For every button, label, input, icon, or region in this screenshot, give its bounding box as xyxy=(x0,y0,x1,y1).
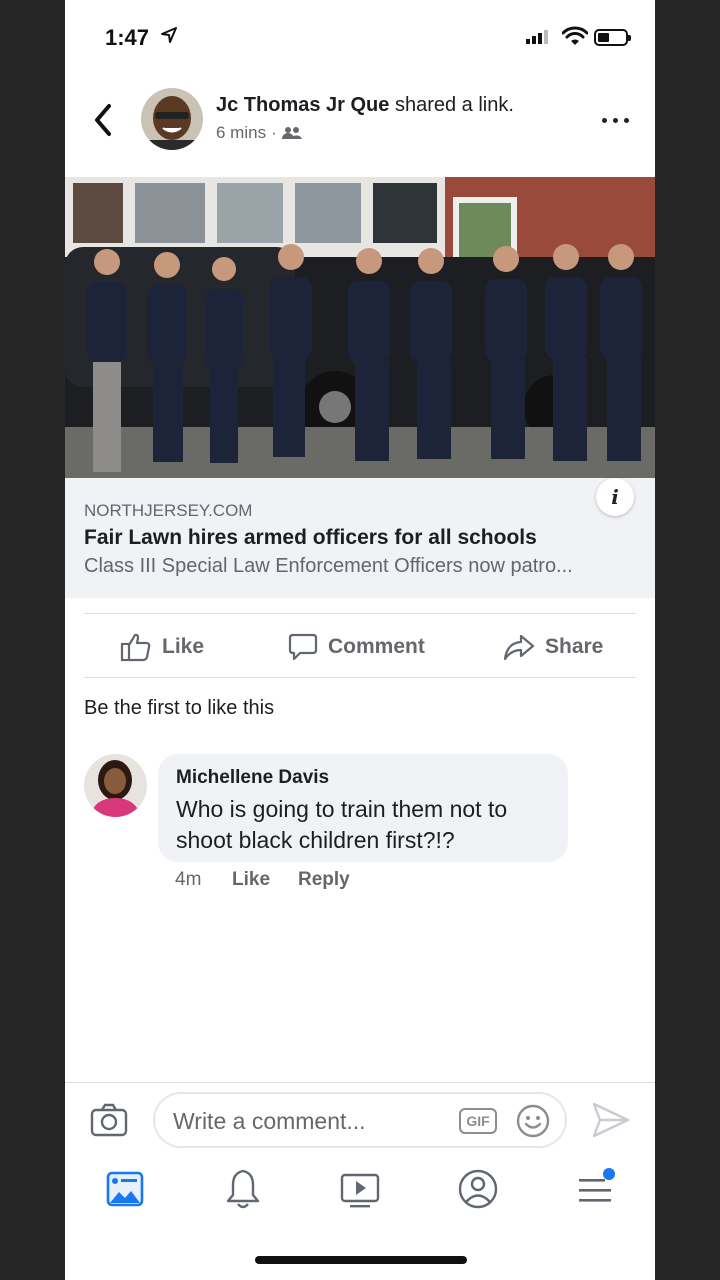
post-time[interactable]: 6 mins xyxy=(216,123,266,143)
phone-screen: 1:47 Jc Thomas Jr Que shared a link. 6 m… xyxy=(65,0,655,1280)
comment-bubble-icon xyxy=(288,633,318,661)
thumbs-up-icon xyxy=(120,633,151,662)
friends-icon xyxy=(281,127,302,139)
commenter-name[interactable]: Michellene Davis xyxy=(176,767,329,789)
link-domain: NORTHJERSEY.COM xyxy=(84,501,253,520)
divider xyxy=(84,613,636,614)
gif-button[interactable]: GIF xyxy=(459,1108,497,1134)
comment-button[interactable]: Comment xyxy=(288,627,425,667)
composer-divider xyxy=(65,1082,655,1083)
location-arrow-icon xyxy=(161,27,177,43)
more-options-icon[interactable] xyxy=(599,108,633,132)
post-header-line: Jc Thomas Jr Que shared a link. xyxy=(216,94,514,117)
link-preview-image[interactable] xyxy=(65,177,655,478)
divider xyxy=(84,677,636,678)
comment-text: Who is going to train them not to shoot … xyxy=(176,796,508,853)
back-chevron-icon[interactable] xyxy=(89,100,119,140)
comment-label: Comment xyxy=(328,635,425,658)
emoji-icon[interactable] xyxy=(515,1103,551,1139)
comment-bubble: Michellene Davis Who is going to train t… xyxy=(158,754,568,862)
watch-icon[interactable] xyxy=(338,1165,382,1213)
share-arrow-icon xyxy=(503,634,535,661)
profile-icon[interactable] xyxy=(456,1165,500,1213)
like-button[interactable]: Like xyxy=(120,627,204,667)
like-label: Like xyxy=(162,635,205,658)
reactions-summary: Be the first to like this xyxy=(84,697,275,719)
notifications-icon[interactable] xyxy=(221,1165,265,1213)
battery-icon xyxy=(594,29,631,46)
share-label: Share xyxy=(545,635,604,658)
comment-input[interactable]: Write a comment... GIF xyxy=(153,1092,567,1148)
comment-placeholder: Write a comment... xyxy=(173,1108,366,1134)
share-button[interactable]: Share xyxy=(503,627,603,667)
post-meta: 6 mins · xyxy=(216,123,302,143)
menu-icon[interactable] xyxy=(573,1165,617,1213)
camera-icon[interactable] xyxy=(90,1103,128,1137)
link-title: Fair Lawn hires armed officers for all s… xyxy=(84,526,537,549)
author-avatar[interactable] xyxy=(141,88,203,150)
post-action-text: shared a link. xyxy=(394,94,514,116)
meta-separator: · xyxy=(271,123,277,142)
news-feed-icon[interactable] xyxy=(103,1165,147,1213)
status-time: 1:47 xyxy=(105,25,150,50)
commenter-avatar[interactable] xyxy=(84,754,147,817)
link-preview-card[interactable]: i NORTHJERSEY.COM Fair Lawn hires armed … xyxy=(65,478,655,598)
send-icon[interactable] xyxy=(591,1101,631,1139)
comment-time: 4m xyxy=(175,869,202,890)
home-indicator[interactable] xyxy=(255,1256,467,1264)
status-bar: 1:47 xyxy=(65,0,655,70)
wifi-icon xyxy=(562,26,588,45)
info-icon[interactable]: i xyxy=(596,478,634,516)
comment-reply-button[interactable]: Reply xyxy=(298,869,350,891)
comment-like-button[interactable]: Like xyxy=(232,869,270,891)
author-name[interactable]: Jc Thomas Jr Que xyxy=(216,94,389,116)
link-description: Class III Special Law Enforcement Office… xyxy=(84,555,573,577)
cellular-signal-icon xyxy=(526,30,548,44)
